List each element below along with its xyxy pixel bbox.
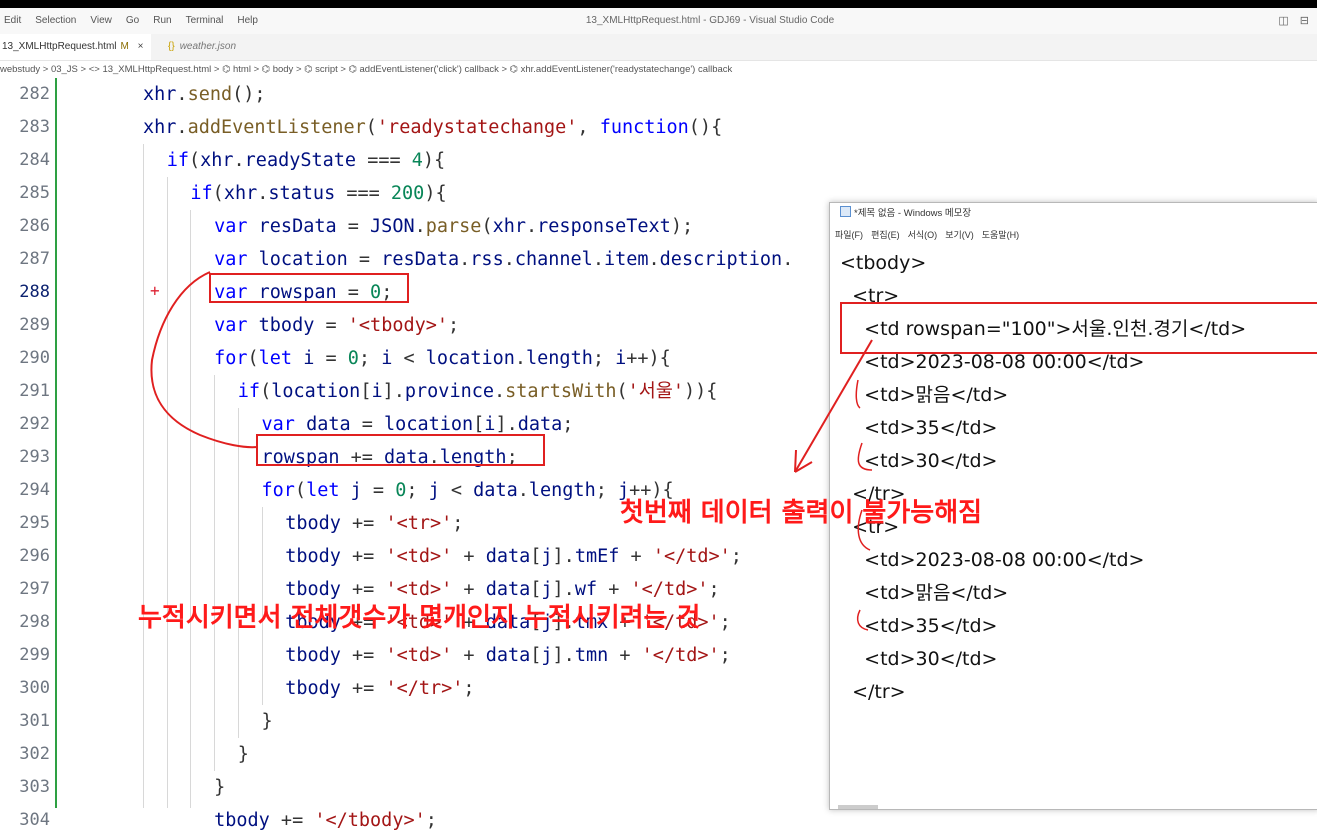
annotation-first-data: 첫번째 데이터 출력이 불가능해짐 <box>620 498 983 528</box>
annotation-accumulate: 누적시키면서 전체갯수가 몇개인지 누적시키려는 것 <box>138 603 701 633</box>
pointer-arrow-stroke <box>794 339 873 473</box>
code-token: += <box>269 810 315 831</box>
ink-mark <box>856 609 869 631</box>
code-token: '</tbody>' <box>314 810 426 831</box>
line-number: 304 <box>19 810 50 830</box>
handwritten-annotation-strokes <box>150 271 873 631</box>
code-token: ; <box>425 810 437 831</box>
code-text: tbody += '</tbody>'; <box>214 804 437 837</box>
loop-arrow-stroke <box>150 271 258 449</box>
ink-mark <box>855 379 861 409</box>
code-token: tbody <box>214 810 270 831</box>
ink-mark <box>857 442 873 471</box>
